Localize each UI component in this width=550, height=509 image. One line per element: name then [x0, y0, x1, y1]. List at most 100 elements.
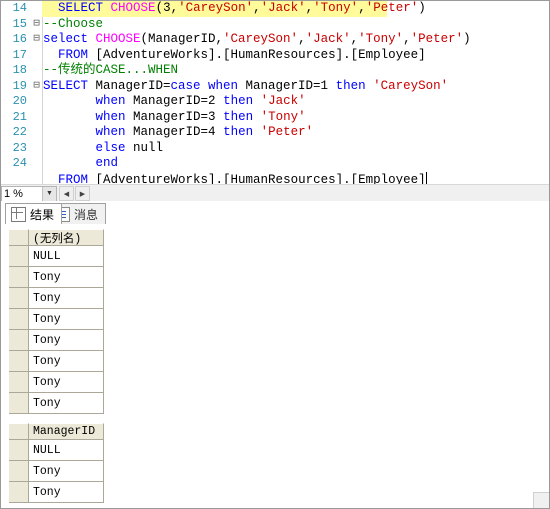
code-text: --传统的CASE...WHEN	[43, 63, 179, 77]
code-line[interactable]: 24 end	[1, 156, 549, 172]
row-selector-cell[interactable]	[9, 246, 29, 267]
column-header[interactable]: ManagerID	[29, 423, 104, 440]
row-filler	[104, 246, 549, 267]
chevron-down-icon[interactable]: ▼	[42, 186, 56, 201]
row-filler	[104, 461, 549, 482]
table-cell[interactable]: NULL	[29, 246, 104, 267]
code-line[interactable]: 14 SELECT CHOOSE(3,'CareySon','Jack','To…	[1, 1, 549, 17]
line-number: 23	[12, 140, 27, 155]
table-cell[interactable]: Tony	[29, 288, 104, 309]
result-grid-2[interactable]: ManagerID NULL Tony Tony	[9, 423, 549, 503]
table-row[interactable]: Tony	[9, 351, 549, 372]
table-cell[interactable]: NULL	[29, 440, 104, 461]
row-selector-cell[interactable]	[9, 267, 29, 288]
table-cell[interactable]: Tony	[29, 372, 104, 393]
results-pane[interactable]: (无列名) NULL Tony Tony Tony Tony Tony Tony Tony Ma…	[1, 225, 549, 508]
result-grid-1[interactable]: (无列名) NULL Tony Tony Tony Tony Tony Tony Tony	[9, 229, 549, 414]
tab-messages-label: 消息	[74, 207, 99, 222]
row-filler	[104, 351, 549, 372]
line-number: 18	[12, 63, 27, 77]
table-cell[interactable]: Tony	[29, 309, 104, 330]
text-caret	[425, 171, 427, 184]
table-row[interactable]: Tony	[9, 393, 549, 414]
table-row[interactable]: Tony	[9, 330, 549, 351]
sql-editor[interactable]: 14 SELECT CHOOSE(3,'CareySon','Jack','To…	[1, 1, 549, 184]
fold-toggle-icon[interactable]: ⊟	[30, 79, 43, 95]
select-all-cell[interactable]	[9, 423, 29, 440]
table-cell[interactable]: Tony	[29, 461, 104, 482]
code-line[interactable]: 16 ⊟ select CHOOSE(ManagerID,'CareySon','J…	[1, 32, 549, 48]
zoom-value: 1 %	[4, 187, 23, 200]
scroll-corner	[533, 492, 549, 508]
row-selector-cell[interactable]	[9, 461, 29, 482]
row-filler	[104, 482, 549, 503]
code-lines[interactable]: 14 SELECT CHOOSE(3,'CareySon','Jack','To…	[1, 1, 549, 184]
row-filler	[104, 393, 549, 414]
table-row[interactable]: Tony	[9, 309, 549, 330]
scroll-right-icon[interactable]: ▶	[75, 186, 90, 201]
line-number: 22	[12, 125, 27, 139]
code-text: else null	[95, 140, 164, 155]
table-cell[interactable]: Tony	[29, 267, 104, 288]
results-tabbar: 结果 消息	[1, 201, 549, 226]
code-text: end	[95, 156, 119, 170]
column-header[interactable]: (无列名)	[29, 229, 104, 246]
row-selector-cell[interactable]	[9, 330, 29, 351]
row-selector-cell[interactable]	[9, 440, 29, 461]
table-row[interactable]: Tony	[9, 461, 549, 482]
row-selector-cell[interactable]	[9, 351, 29, 372]
row-selector-cell[interactable]	[9, 372, 29, 393]
code-text: SELECT CHOOSE(3,'CareySon','Jack','Tony'…	[58, 1, 426, 15]
code-line[interactable]: 15 ⊟ --Choose	[1, 17, 549, 33]
row-selector-cell[interactable]	[9, 482, 29, 503]
row-selector-cell[interactable]	[9, 393, 29, 414]
table-row[interactable]: Tony	[9, 372, 549, 393]
line-number: 16	[12, 32, 27, 46]
ssms-window: 14 SELECT CHOOSE(3,'CareySon','Jack','To…	[0, 0, 550, 509]
row-filler	[104, 288, 549, 309]
row-filler	[104, 330, 549, 351]
zoom-selector[interactable]: 1 % ▼	[1, 185, 57, 202]
code-text: --Choose	[43, 16, 104, 31]
table-cell[interactable]: Tony	[29, 351, 104, 372]
line-number: 17	[12, 47, 27, 62]
tab-results[interactable]: 结果	[5, 203, 63, 224]
row-filler	[104, 309, 549, 330]
table-row[interactable]: NULL	[9, 440, 549, 461]
scroll-left-icon[interactable]: ◀	[59, 186, 74, 201]
line-number: 19	[12, 78, 27, 93]
code-line[interactable]: FROM [AdventureWorks].[HumanResources].[…	[1, 171, 549, 184]
select-all-cell[interactable]	[9, 229, 29, 246]
fold-toggle-icon[interactable]: ⊟	[30, 32, 43, 48]
code-line[interactable]: 18 --传统的CASE...WHEN	[1, 63, 549, 79]
table-cell[interactable]: Tony	[29, 393, 104, 414]
header-filler	[104, 423, 549, 440]
row-selector-cell[interactable]	[9, 288, 29, 309]
fold-toggle-icon[interactable]: ⊟	[30, 17, 43, 33]
line-number: 21	[12, 109, 27, 124]
header-filler	[104, 229, 549, 246]
code-line[interactable]: 20 when ManagerID=2 then 'Jack'	[1, 94, 549, 110]
code-line[interactable]: 19 ⊟ SELECT ManagerID=case when ManagerID=…	[1, 79, 549, 95]
row-selector-cell[interactable]	[9, 309, 29, 330]
code-text: when ManagerID=4 then 'Peter'	[95, 125, 314, 139]
code-text: SELECT ManagerID=case when ManagerID=1 t…	[43, 78, 449, 93]
horizontal-scrollbar[interactable]: ◀ ▶	[59, 186, 549, 201]
grid-icon	[11, 206, 26, 222]
table-cell[interactable]: Tony	[29, 330, 104, 351]
row-filler	[104, 440, 549, 461]
table-row[interactable]: Tony	[9, 267, 549, 288]
table-row[interactable]: Tony	[9, 482, 549, 503]
code-text: when ManagerID=2 then 'Jack'	[95, 94, 306, 108]
code-line[interactable]: 22 when ManagerID=4 then 'Peter'	[1, 125, 549, 141]
table-row[interactable]: NULL	[9, 246, 549, 267]
code-line[interactable]: 23 else null	[1, 141, 549, 157]
table-header-row: ManagerID	[9, 423, 549, 440]
code-text: when ManagerID=3 then 'Tony'	[95, 109, 306, 124]
editor-bottom-strip: 1 % ▼ ◀ ▶	[1, 184, 549, 202]
table-row[interactable]: Tony	[9, 288, 549, 309]
code-line[interactable]: 17 FROM [AdventureWorks].[HumanResources…	[1, 48, 549, 64]
code-line[interactable]: 21 when ManagerID=3 then 'Tony'	[1, 110, 549, 126]
line-number: 15	[12, 16, 27, 31]
table-cell[interactable]: Tony	[29, 482, 104, 503]
